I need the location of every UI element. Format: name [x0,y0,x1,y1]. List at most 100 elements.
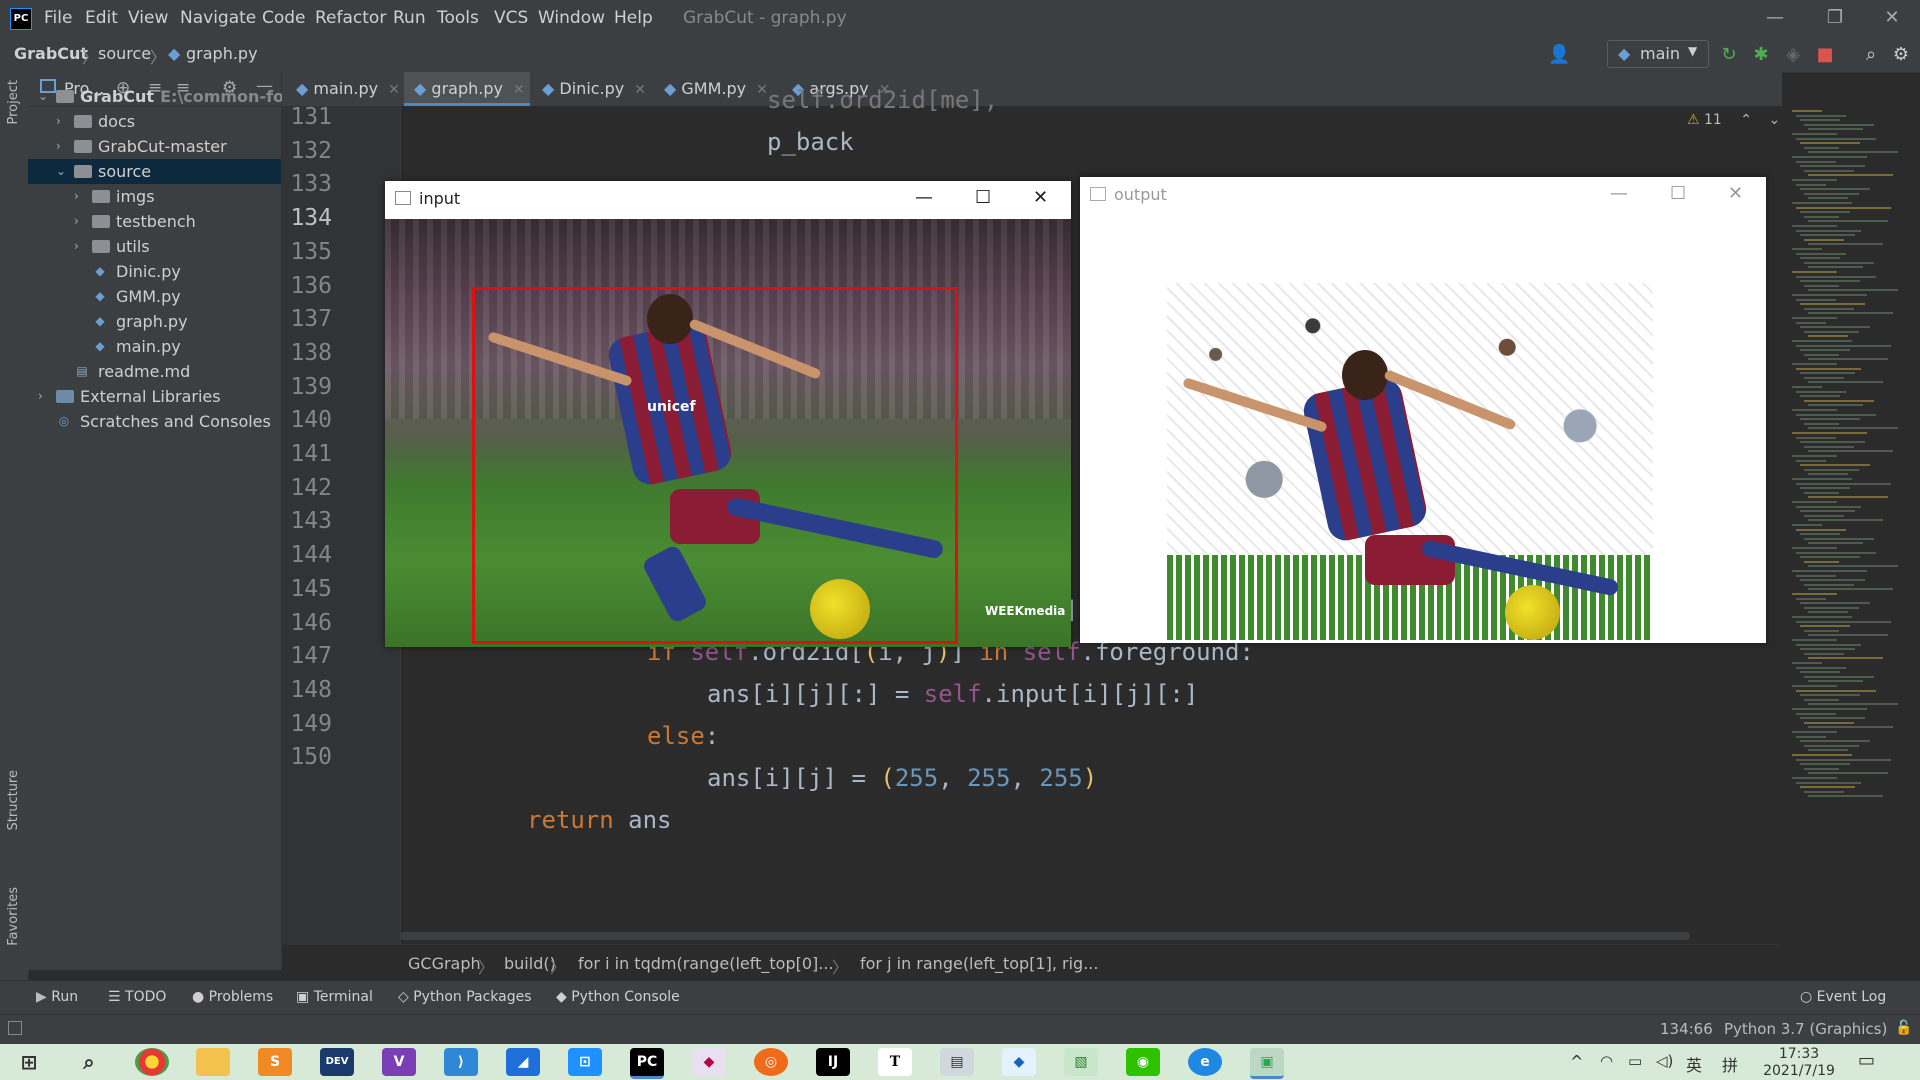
python-interpreter[interactable]: Python 3.7 (Graphics) [1724,1020,1887,1038]
close-tab-icon[interactable]: ✕ [513,82,525,98]
ime-mode[interactable]: 拼 [1722,1052,1738,1076]
app-icon[interactable]: ⊡ [568,1048,602,1076]
search-icon[interactable]: ⌕ [72,1048,106,1076]
tree-item-docs[interactable]: › docs [28,109,281,134]
chevron-up-icon[interactable]: ^ [1570,1052,1583,1071]
notification-icon[interactable]: ▭ [1858,1050,1875,1071]
horizontal-scrollbar[interactable] [400,932,1690,940]
intellij-icon[interactable]: IJ [816,1048,850,1076]
next-highlight-icon[interactable]: ⌄ [1768,112,1780,128]
chevron-right-icon[interactable]: › [74,234,86,259]
breadcrumb-loop-i[interactable]: for i in tqdm(range(left_top[0]... [578,954,834,973]
pycharm-icon[interactable]: PC [630,1048,664,1079]
tree-item-scratches-and-consoles[interactable]: ◎ Scratches and Consoles [28,409,281,434]
breadcrumb-project[interactable]: GrabCut [14,44,88,63]
menu-window[interactable]: Window [538,8,605,28]
inspection-widget[interactable]: ⚠ 11 ⌃ ⌄ [1687,112,1780,128]
coverage-icon[interactable]: ◈ [1782,44,1804,66]
run-tool-button[interactable]: ▶ Run [36,989,78,1005]
menu-vcs[interactable]: VCS [494,8,528,28]
menu-refactor[interactable]: Refactor [315,8,386,28]
python-console-tool-button[interactable]: ◆ Python Console [556,989,680,1005]
menu-file[interactable]: File [44,8,72,28]
tree-item-graph-py[interactable]: ◆ graph.py [28,309,281,334]
app-icon[interactable]: ▤ [940,1048,974,1076]
user-icon[interactable]: 👤▾ [1548,44,1570,87]
devcpp-icon[interactable]: DEV [320,1048,354,1076]
breadcrumb-folder[interactable]: source [98,44,151,63]
menu-edit[interactable]: Edit [85,8,118,28]
maximize-icon[interactable]: ☐ [975,187,991,208]
tree-item-external-libraries[interactable]: › External Libraries [28,384,281,409]
project-tool-button[interactable]: Project [6,80,21,124]
close-tab-icon[interactable]: ✕ [388,82,400,98]
tree-item-gmm-py[interactable]: ◆ GMM.py [28,284,281,309]
tree-item-imgs[interactable]: › imgs [28,184,281,209]
minimize-icon[interactable]: — [915,187,933,208]
minimize-icon[interactable]: — [1610,183,1628,204]
opencv-window-icon[interactable]: ▣ [1250,1048,1284,1079]
favorites-tool-button[interactable]: Favorites [6,887,21,946]
restore-icon[interactable]: ❐ [1815,4,1855,32]
ubuntu-icon[interactable]: ◎ [754,1048,788,1076]
tab-dinic-py[interactable]: ◆ Dinic.py ✕ [542,72,662,106]
close-tab-icon[interactable]: ✕ [634,82,646,98]
gear-icon[interactable]: ⚙ [1890,44,1912,66]
menu-view[interactable]: View [128,8,168,28]
python-idle-icon[interactable]: ◆ [1002,1048,1036,1076]
event-log-button[interactable]: ○ Event Log [1800,989,1886,1005]
volume-icon[interactable]: ◁) [1656,1052,1673,1070]
windows-start-icon[interactable]: ⊞ [12,1048,46,1076]
tab-graph-py[interactable]: ◆ graph.py ✕ [404,72,530,106]
tab-gmm-py[interactable]: ◆ GMM.py ✕ [664,72,784,106]
lock-icon[interactable]: 🔓 [1895,1020,1912,1036]
tree-item-utils[interactable]: › utils [28,234,281,259]
app-icon[interactable]: ◢ [506,1048,540,1076]
close-icon[interactable]: ✕ [1728,183,1743,204]
battery-icon[interactable]: ▭ [1628,1052,1642,1070]
app-icon[interactable]: ◆ [692,1048,726,1076]
clock-time[interactable]: 17:33 [1762,1046,1836,1062]
close-icon[interactable]: ✕ [1872,4,1912,32]
chevron-right-icon[interactable]: › [74,184,86,209]
chevron-down-icon[interactable]: ⌄ [56,159,68,184]
todo-tool-button[interactable]: ☰ TODO [108,989,166,1005]
vscode-icon[interactable]: ⟩ [444,1048,478,1076]
sublime-text-icon[interactable]: S [258,1048,292,1076]
problems-tool-button[interactable]: ● Problems [192,989,273,1005]
caret-position[interactable]: 134:66 [1660,1020,1713,1038]
chevron-right-icon[interactable]: › [38,384,50,409]
menu-run[interactable]: Run [393,8,426,28]
file-explorer-icon[interactable] [196,1048,230,1076]
tree-item-grabcut-master[interactable]: › GrabCut-master [28,134,281,159]
run-configuration-selector[interactable]: ◆ main ▼ [1607,40,1709,68]
input-window-titlebar[interactable]: input — ☐ ✕ [385,181,1071,219]
debug-icon[interactable]: ✱ [1750,44,1772,66]
python-packages-tool-button[interactable]: ◇ Python Packages [398,989,532,1005]
toggle-tool-windows-icon[interactable] [8,1021,22,1035]
breadcrumb-class[interactable]: GCGraph [408,954,481,973]
menu-code[interactable]: Code [262,8,306,28]
visual-studio-icon[interactable]: V [382,1048,416,1076]
tree-item-main-py[interactable]: ◆ main.py [28,334,281,359]
tab-main-py[interactable]: ◆ main.py ✕ [296,72,402,106]
tree-item-dinic-py[interactable]: ◆ Dinic.py [28,259,281,284]
structure-tool-button[interactable]: Structure [6,770,21,830]
output-window-titlebar[interactable]: output — ☐ ✕ [1080,177,1766,215]
breadcrumb-method[interactable]: build() [504,954,556,973]
wifi-icon[interactable]: ◠ [1600,1052,1613,1070]
search-icon[interactable]: ⌕ [1860,44,1882,66]
tree-item-source[interactable]: ⌄ source [28,159,281,184]
input-language[interactable]: 英 [1686,1052,1702,1076]
menu-navigate[interactable]: Navigate [180,8,256,28]
menu-help[interactable]: Help [614,8,653,28]
app-icon[interactable]: ▧ [1064,1048,1098,1076]
minimize-icon[interactable]: — [1755,4,1795,32]
tree-item-readme-md[interactable]: ▤ readme.md [28,359,281,384]
code-minimap[interactable] [1782,106,1920,944]
chevron-right-icon[interactable]: › [74,209,86,234]
close-icon[interactable]: ✕ [1033,187,1048,208]
tree-item-grabcut[interactable]: ⌄ GrabCut E:\common-folder [28,84,320,109]
breadcrumb-loop-j[interactable]: for j in range(left_top[1], rig... [860,954,1098,973]
typora-icon[interactable]: T [878,1048,912,1076]
